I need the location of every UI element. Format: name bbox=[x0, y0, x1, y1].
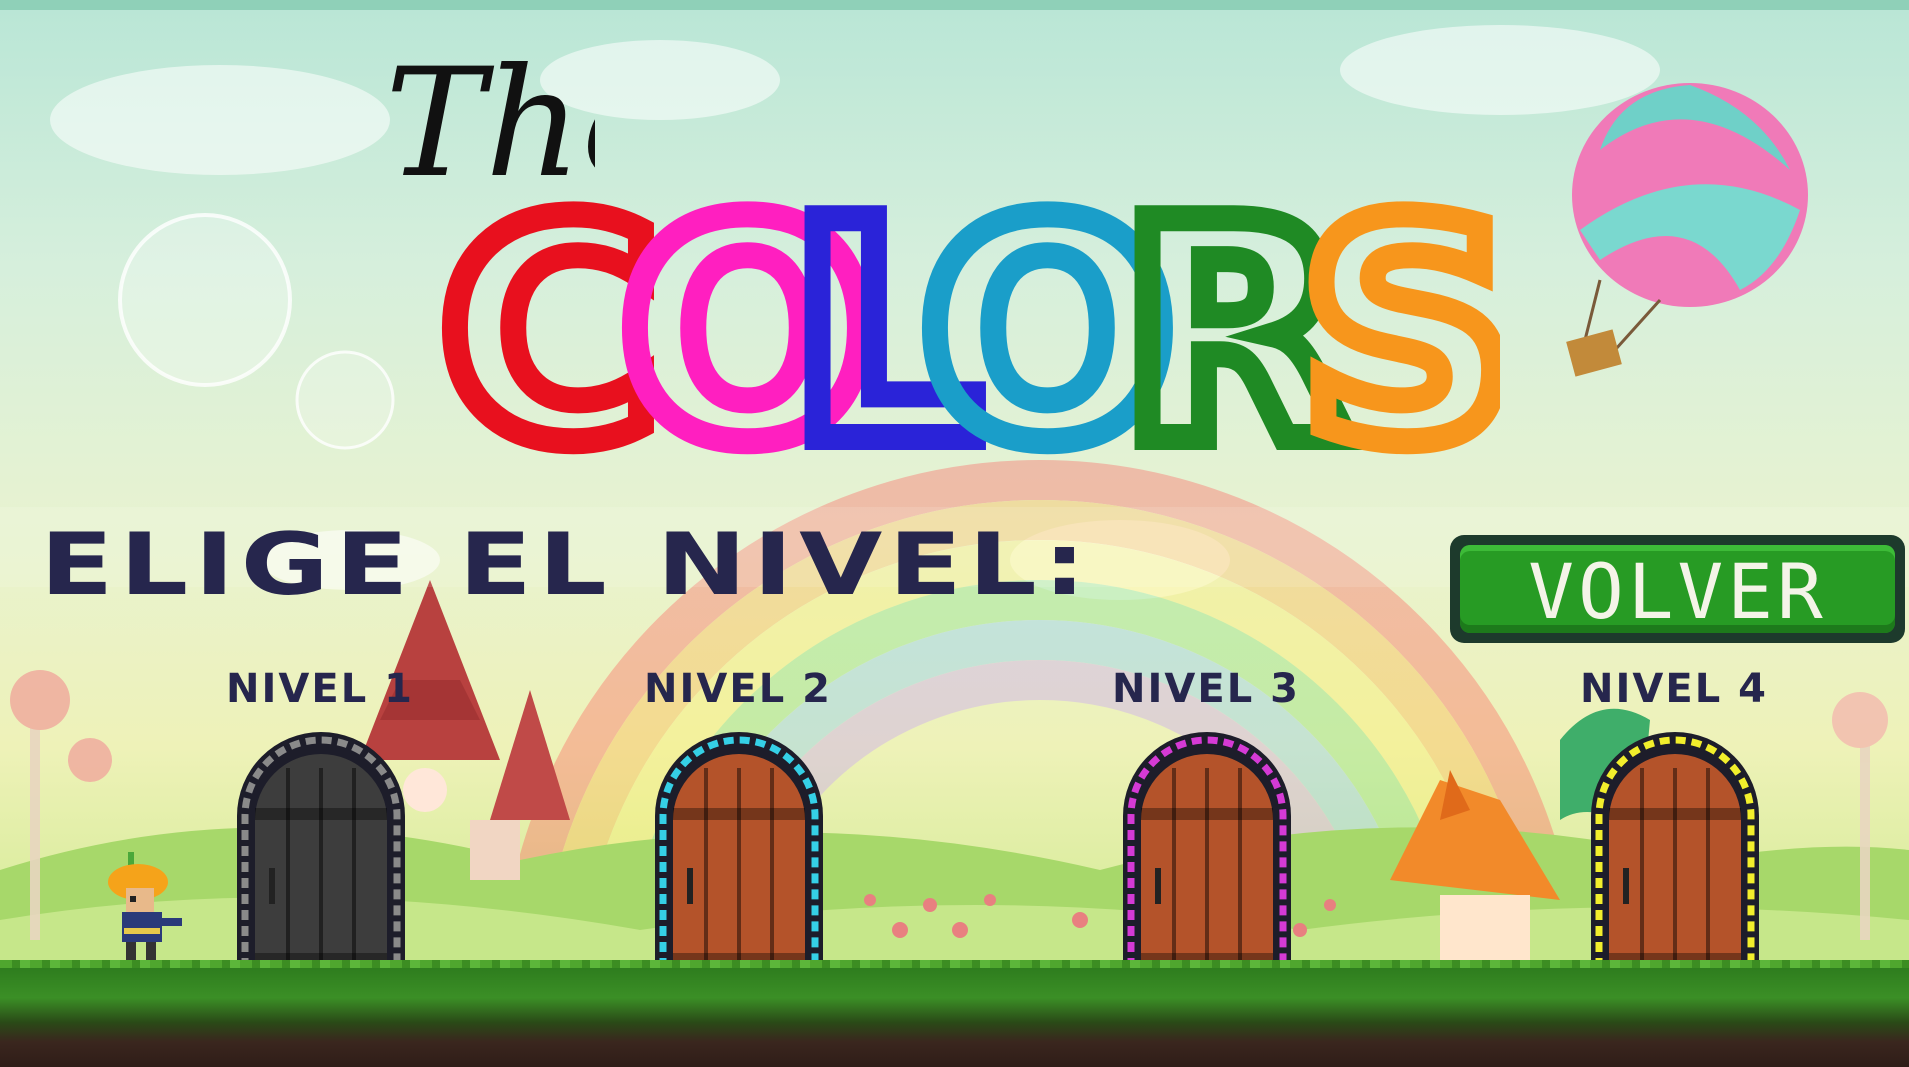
back-button[interactable]: VOLVER bbox=[1450, 535, 1905, 643]
choose-level-heading: ELIGE EL NIVEL: bbox=[40, 515, 1093, 615]
level-4-label: NIVEL 4 bbox=[1580, 666, 1768, 712]
door-handle-icon bbox=[269, 868, 275, 904]
level-3-door[interactable] bbox=[1119, 728, 1295, 968]
door-art bbox=[655, 732, 823, 968]
door-art bbox=[237, 732, 405, 968]
bubble-icon bbox=[118, 213, 395, 450]
door-art bbox=[1591, 732, 1759, 968]
door-art bbox=[1123, 732, 1291, 968]
level-1-label: NIVEL 1 bbox=[226, 666, 414, 712]
back-button-label: VOLVER bbox=[1528, 547, 1827, 636]
level-3-label: NIVEL 3 bbox=[1112, 666, 1300, 712]
level-4-door[interactable] bbox=[1587, 728, 1763, 968]
player-character-icon bbox=[108, 852, 182, 964]
hot-air-balloon-icon bbox=[1566, 83, 1808, 377]
door-handle-icon bbox=[1155, 868, 1161, 904]
level-2-door[interactable] bbox=[651, 728, 827, 968]
level-2-label: NIVEL 2 bbox=[644, 666, 832, 712]
game-scene: The COLORS ELIGE EL NIVEL: VOLVER NIVEL … bbox=[0, 0, 1909, 1067]
ground-platform bbox=[0, 968, 1909, 1067]
title-colors: COLORS bbox=[440, 175, 1500, 475]
title-letter-6: S bbox=[1300, 175, 1500, 475]
door-handle-icon bbox=[1623, 868, 1629, 904]
level-1-door[interactable] bbox=[233, 728, 409, 968]
door-handle-icon bbox=[687, 868, 693, 904]
